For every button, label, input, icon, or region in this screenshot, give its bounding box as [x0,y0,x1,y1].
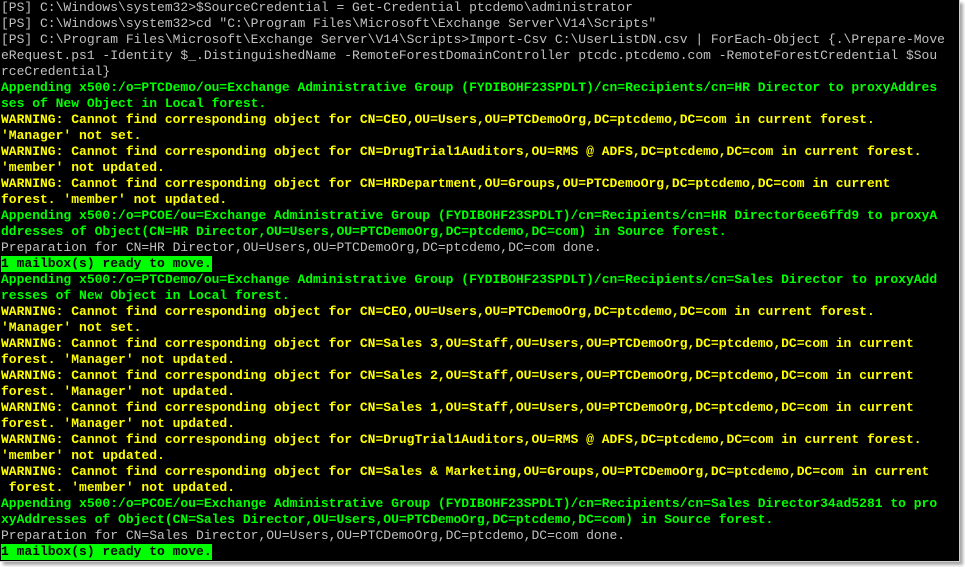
console-output: [PS] C:\Windows\system32>$SourceCredenti… [0,0,959,560]
console-line: forest. 'member' not updated. [1,192,228,207]
console-line: forest. 'Manager' not updated. [1,416,236,431]
console-line: WARNING: Cannot find corresponding objec… [1,464,930,479]
console-line: [PS] C:\Windows\system32>cd "C:\Program … [1,16,657,31]
console-line: WARNING: Cannot find corresponding objec… [1,304,875,319]
console-line: WARNING: Cannot find corresponding objec… [1,432,922,447]
console-line: ddresses of Object(CN=HR Director,OU=Use… [1,224,727,239]
console-line: Appending x500:/o=PTCDemo/ou=Exchange Ad… [1,272,938,287]
console-line: 'Manager' not set. [1,320,142,335]
console-line: resses of New Object in Local forest. [1,288,290,303]
console-line: WARNING: Cannot find corresponding objec… [1,176,891,191]
console-line: Preparation for CN=HR Director,OU=Users,… [1,240,602,255]
console-line: 1 mailbox(s) ready to move. [0,544,959,560]
console-line: WARNING: Cannot find corresponding objec… [1,144,922,159]
console-line: forest. 'member' not updated. [1,480,236,495]
console-line: 'Manager' not set. [1,128,142,143]
console-line: forest. 'Manager' not updated. [1,384,236,399]
console-line: eRequest.ps1 -Identity $_.DistinguishedN… [1,48,938,63]
console-line: Appending x500:/o=PTCDemo/ou=Exchange Ad… [1,80,938,95]
status-highlight: 1 mailbox(s) ready to move. [1,544,212,560]
console-line: ses of New Object in Local forest. [1,96,267,111]
console-line: Preparation for CN=Sales Director,OU=Use… [1,528,626,543]
console-line: WARNING: Cannot find corresponding objec… [1,368,914,383]
console-line: 1 mailbox(s) ready to move. [0,256,959,272]
console-line: [PS] C:\Windows\system32>$SourceCredenti… [1,0,633,15]
console-line: WARNING: Cannot find corresponding objec… [1,400,914,415]
powershell-console[interactable]: [PS] C:\Windows\system32>$SourceCredenti… [0,0,960,562]
console-line: xyAddresses of Object(CN=Sales Director,… [1,512,774,527]
status-highlight: 1 mailbox(s) ready to move. [1,256,212,272]
console-line: forest. 'Manager' not updated. [1,352,236,367]
console-line: WARNING: Cannot find corresponding objec… [1,112,875,127]
console-line: rceCredential} [1,64,111,79]
console-line: WARNING: Cannot find corresponding objec… [1,336,914,351]
console-line: 'member' not updated. [1,448,165,463]
console-line: [PS] C:\Program Files\Microsoft\Exchange… [1,32,945,47]
console-line: Appending x500:/o=PCOE/ou=Exchange Admin… [1,208,938,223]
console-line: Appending x500:/o=PCOE/ou=Exchange Admin… [1,496,938,511]
console-line: 'member' not updated. [1,160,165,175]
